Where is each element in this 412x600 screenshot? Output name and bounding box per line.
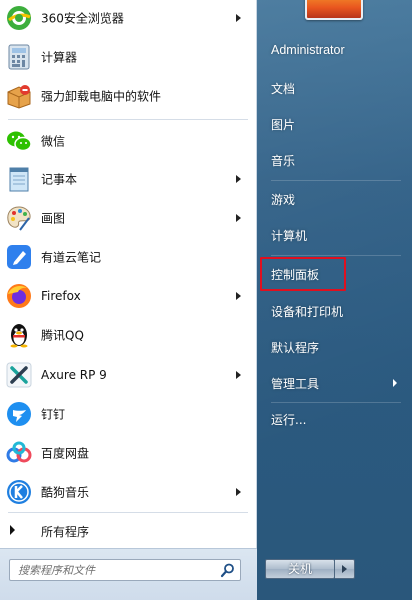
program-item-wechat[interactable]: 微信 bbox=[0, 124, 255, 158]
documents-label: 文档 bbox=[271, 82, 296, 96]
program-label: 钉钉 bbox=[41, 407, 66, 422]
program-item-youdao-note[interactable]: 有道云笔记 bbox=[0, 240, 255, 274]
start-menu: 360安全浏览器 计算器 强力卸载电脑中的软件 微信 记事本 画图 有道云笔记 … bbox=[0, 0, 412, 600]
programs-pane: 360安全浏览器 计算器 强力卸载电脑中的软件 微信 记事本 画图 有道云笔记 … bbox=[0, 0, 257, 600]
program-label: 酷狗音乐 bbox=[41, 485, 90, 500]
program-item-calculator[interactable]: 计算器 bbox=[0, 40, 255, 74]
user-folder-link[interactable]: Administrator bbox=[265, 38, 405, 64]
search-bar bbox=[0, 548, 257, 600]
program-label: 强力卸载电脑中的软件 bbox=[41, 89, 162, 104]
search-input[interactable] bbox=[10, 560, 215, 580]
program-label: 百度网盘 bbox=[41, 446, 90, 461]
divider bbox=[8, 512, 248, 513]
firefox-icon bbox=[5, 282, 33, 310]
admin-tools-link[interactable]: 管理工具 bbox=[265, 370, 405, 396]
pictures-link[interactable]: 图片 bbox=[265, 111, 405, 137]
baidu-netdisk-icon bbox=[5, 439, 33, 467]
documents-link[interactable]: 文档 bbox=[265, 75, 405, 101]
shutdown-options-button[interactable] bbox=[335, 559, 355, 579]
places-pane: Administrator 文档 图片 音乐 游戏 计算机 控制面板 设备和打印… bbox=[257, 0, 412, 600]
user-name: Administrator bbox=[271, 43, 345, 57]
program-item-kugou-music[interactable]: 酷狗音乐 bbox=[0, 475, 255, 509]
youdao-note-icon bbox=[5, 243, 33, 271]
run-link[interactable]: 运行... bbox=[265, 406, 405, 432]
program-label: 记事本 bbox=[41, 172, 78, 187]
program-item-qq[interactable]: 腾讯QQ bbox=[0, 318, 255, 352]
games-label: 游戏 bbox=[271, 193, 296, 207]
devices-printers-label: 设备和打印机 bbox=[271, 305, 344, 319]
divider bbox=[271, 180, 401, 181]
default-programs-link[interactable]: 默认程序 bbox=[265, 334, 405, 360]
program-item-notepad[interactable]: 记事本 bbox=[0, 162, 255, 196]
program-label: 有道云笔记 bbox=[41, 250, 102, 265]
shutdown-button[interactable]: 关机 bbox=[265, 559, 335, 579]
program-label: Axure RP 9 bbox=[41, 368, 107, 382]
computer-label: 计算机 bbox=[271, 229, 308, 243]
submenu-arrow-icon bbox=[236, 175, 241, 183]
notepad-icon bbox=[5, 165, 33, 193]
paint-icon bbox=[5, 204, 33, 232]
divider bbox=[271, 255, 401, 256]
program-label: 微信 bbox=[41, 134, 66, 149]
all-programs-button[interactable]: 所有程序 bbox=[0, 514, 255, 546]
program-item-axure[interactable]: Axure RP 9 bbox=[0, 358, 255, 392]
wechat-icon bbox=[5, 127, 33, 155]
submenu-arrow-icon bbox=[236, 214, 241, 222]
program-item-360-browser[interactable]: 360安全浏览器 bbox=[0, 1, 255, 35]
program-label: 腾讯QQ bbox=[41, 328, 84, 343]
games-link[interactable]: 游戏 bbox=[265, 186, 405, 212]
submenu-arrow-icon bbox=[236, 371, 241, 379]
qq-penguin-icon bbox=[5, 321, 33, 349]
calculator-icon bbox=[5, 43, 33, 71]
run-label: 运行... bbox=[271, 413, 307, 427]
program-label: 计算器 bbox=[41, 50, 78, 65]
program-item-firefox[interactable]: Firefox bbox=[0, 279, 255, 313]
computer-link[interactable]: 计算机 bbox=[265, 222, 405, 248]
program-label: Firefox bbox=[41, 289, 81, 303]
default-programs-label: 默认程序 bbox=[271, 341, 320, 355]
program-item-dingtalk[interactable]: 钉钉 bbox=[0, 397, 255, 431]
dingtalk-icon bbox=[5, 400, 33, 428]
uninstaller-icon bbox=[5, 82, 33, 110]
search-icon[interactable] bbox=[219, 562, 237, 578]
pictures-label: 图片 bbox=[271, 118, 296, 132]
program-label: 画图 bbox=[41, 211, 66, 226]
expand-arrow-icon bbox=[10, 525, 15, 535]
submenu-arrow-icon bbox=[393, 379, 397, 387]
program-item-uninstaller[interactable]: 强力卸载电脑中的软件 bbox=[0, 79, 255, 113]
kugou-music-icon bbox=[5, 478, 33, 506]
submenu-arrow-icon bbox=[236, 292, 241, 300]
360-browser-icon bbox=[5, 4, 33, 32]
program-item-baidu-netdisk[interactable]: 百度网盘 bbox=[0, 436, 255, 470]
music-label: 音乐 bbox=[271, 154, 296, 168]
highlight-box bbox=[260, 257, 346, 291]
submenu-arrow-icon bbox=[236, 488, 241, 496]
admin-tools-label: 管理工具 bbox=[271, 377, 320, 391]
user-picture[interactable] bbox=[305, 0, 363, 20]
program-label: 360安全浏览器 bbox=[41, 11, 124, 26]
divider bbox=[8, 119, 248, 120]
arrow-right-icon bbox=[342, 565, 347, 573]
program-item-paint[interactable]: 画图 bbox=[0, 201, 255, 235]
axure-icon bbox=[5, 361, 33, 389]
devices-printers-link[interactable]: 设备和打印机 bbox=[265, 298, 405, 324]
all-programs-label: 所有程序 bbox=[41, 525, 90, 539]
music-link[interactable]: 音乐 bbox=[265, 147, 405, 173]
search-box bbox=[9, 559, 241, 581]
divider bbox=[271, 402, 401, 403]
submenu-arrow-icon bbox=[236, 14, 241, 22]
